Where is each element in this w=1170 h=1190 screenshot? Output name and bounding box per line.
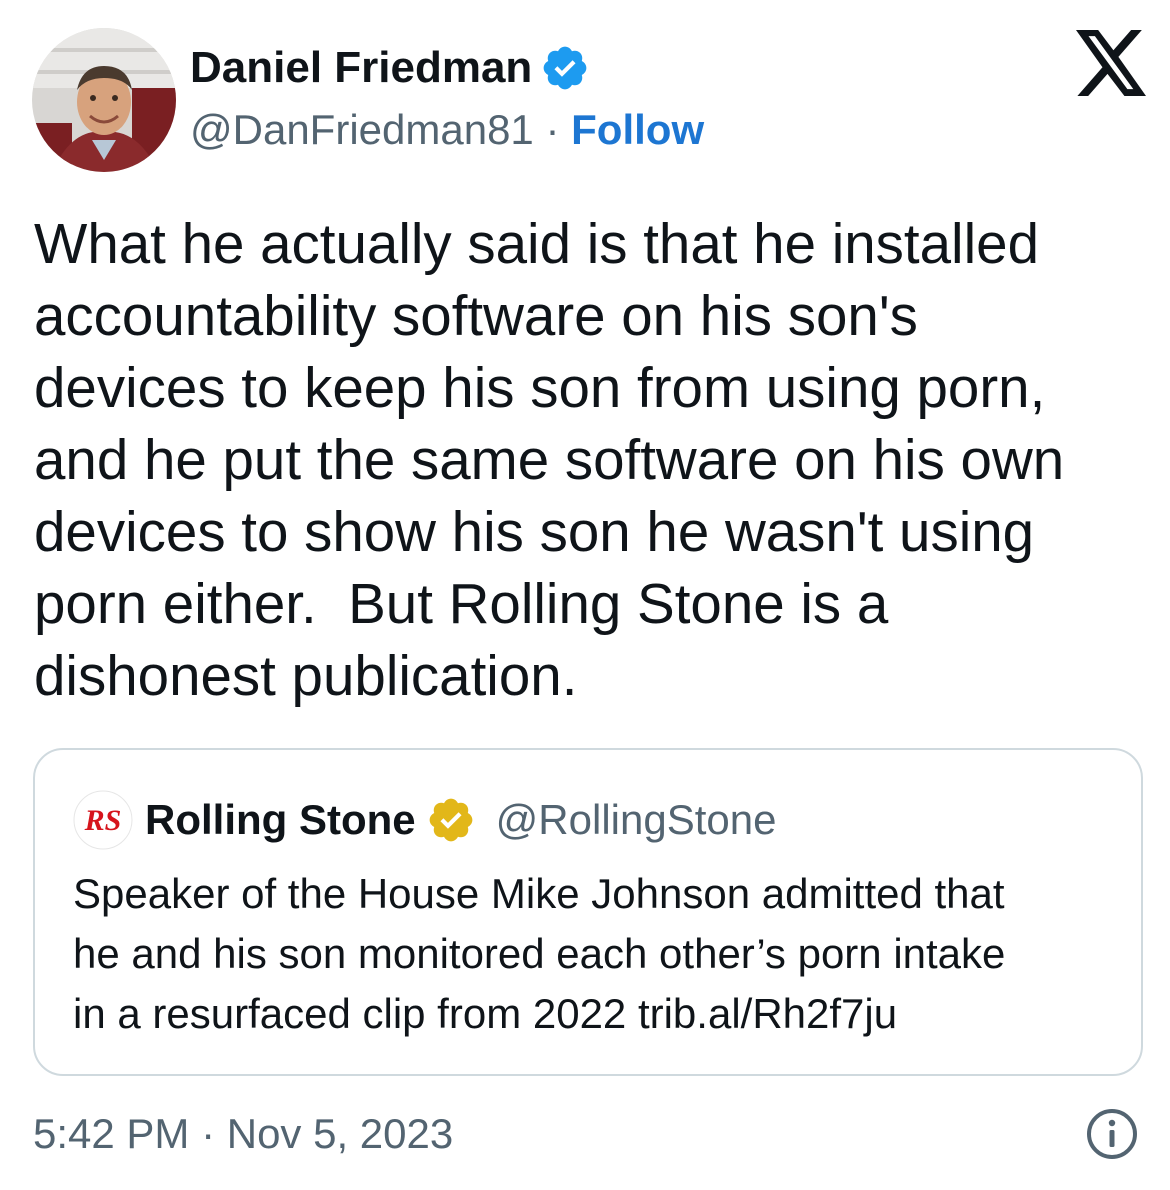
separator-dot: · [545, 106, 560, 153]
tweet-text-line: accountability software on his son's [34, 284, 918, 347]
author-handle-row: @DanFriedman81 · Follow [190, 104, 704, 156]
svg-text:RS: RS [84, 804, 122, 837]
quoted-tweet-text: Speaker of the House Mike Johnson admitt… [73, 864, 1123, 1044]
rolling-stone-avatar[interactable]: RS [73, 790, 133, 850]
info-icon[interactable] [1086, 1108, 1138, 1160]
author-name-row: Daniel Friedman [190, 42, 590, 94]
x-logo-icon[interactable] [1076, 30, 1146, 96]
blue-verified-check-icon [540, 43, 590, 93]
author-handle[interactable]: @DanFriedman81 [190, 106, 534, 153]
quoted-tweet-text-line: Speaker of the House Mike Johnson admitt… [73, 870, 1005, 917]
tweet-text: What he actually said is that he install… [34, 208, 1144, 712]
quoted-author-handle[interactable]: @RollingStone [496, 796, 777, 844]
tweet-timestamp[interactable]: 5:42 PM · Nov 5, 2023 [33, 1106, 453, 1162]
tweet-text-line: and he put the same software on his own [34, 428, 1065, 491]
quoted-tweet-header: RS Rolling Stone @RollingStone [73, 790, 776, 850]
author-avatar-photo [32, 28, 176, 172]
tweet-text-line: What he actually said is that he install… [34, 212, 1039, 275]
tweet-text-line: devices to keep his son from using porn, [34, 356, 1046, 419]
quoted-tweet-text-line: in a resurfaced clip from 2022 trib.al/R… [73, 990, 898, 1037]
quoted-author-name[interactable]: Rolling Stone [145, 796, 416, 844]
author-avatar[interactable] [32, 28, 176, 172]
tweet-text-line: dishonest publication. [34, 644, 578, 707]
tweet-text-line: porn either. But Rolling Stone is a [34, 572, 889, 635]
quoted-tweet-text-line: he and his son monitored each other’s po… [73, 930, 1006, 977]
author-display-name[interactable]: Daniel Friedman [190, 42, 532, 94]
follow-button[interactable]: Follow [571, 106, 704, 153]
quoted-tweet-card[interactable]: RS Rolling Stone @RollingStone Speaker o… [33, 748, 1143, 1076]
tweet-text-line: devices to show his son he wasn't using [34, 500, 1035, 563]
gold-verified-check-icon [426, 795, 476, 845]
